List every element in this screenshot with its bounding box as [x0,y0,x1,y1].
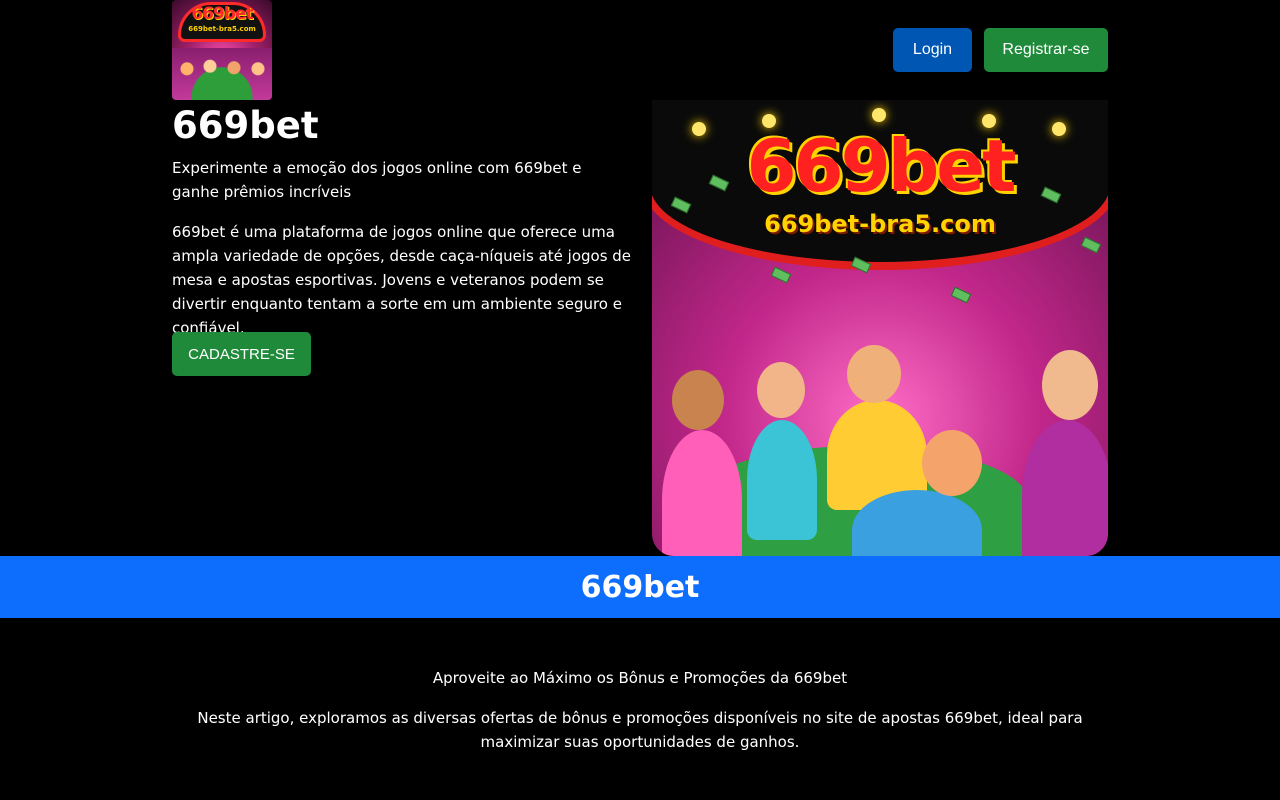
hero-image-money [950,286,972,304]
article-body: Neste artigo, exploramos as diversas ofe… [197,709,1083,751]
register-button[interactable]: Registrar-se [984,28,1108,72]
article-title: Aproveite ao Máximo os Bônus e Promoções… [432,669,848,687]
logo-title: 669bet [191,4,253,24]
hero-subtitle: Experimente a emoção dos jogos online co… [172,159,582,201]
hero-image: 669bet 669bet-bra5.com [652,100,1108,556]
login-button[interactable]: Login [893,28,972,72]
hero-image-person [747,420,817,540]
logo-subtitle: 669bet-bra5.com [188,25,256,33]
hero-title: 669bet [172,104,319,147]
hero-image-head [847,345,901,403]
hero-image-money [770,266,792,284]
hero-image-money [1080,236,1102,254]
hero-description: 669bet é uma plataforma de jogos online … [172,223,632,337]
section-banner: 669bet [0,556,1280,618]
hero-image-head [922,430,982,496]
hero-image-head [1042,350,1098,420]
hero-image-head [672,370,724,430]
hero-image-person [1022,420,1108,556]
hero-image-head [757,362,805,418]
hero-image-title: 669bet [746,124,1016,208]
banner-title: 669bet [580,569,700,605]
cadastre-button[interactable]: CADASTRE-SE [172,332,311,376]
hero-image-light [872,108,886,122]
site-logo[interactable]: 669bet 669bet-bra5.com [172,0,272,100]
hero-image-person [662,430,742,556]
logo-illustration [172,48,272,100]
hero-image-url: 669bet-bra5.com [764,210,996,238]
